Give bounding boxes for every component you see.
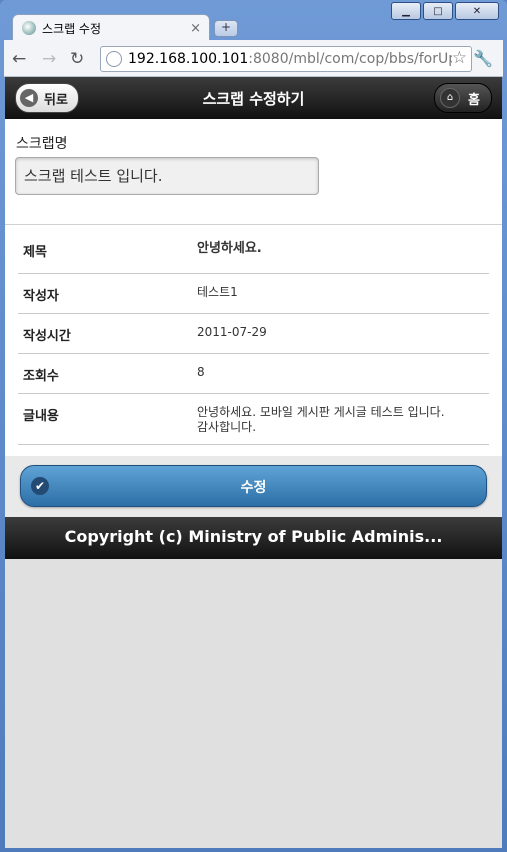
forward-arrow-icon[interactable]: → bbox=[42, 49, 56, 69]
home-button[interactable]: ⌂ 홈 bbox=[434, 83, 492, 113]
scrap-name-input[interactable]: 스크랩 테스트 입니다. bbox=[15, 157, 319, 195]
row-value: 안녕하세요. bbox=[197, 241, 262, 256]
page-footer: Copyright (c) Ministry of Public Adminis… bbox=[5, 517, 502, 559]
browser-window: ▁ □ ✕ 스크랩 수정 × + ← → ↻ 192.168.100.101 :… bbox=[0, 0, 507, 852]
row-value: 8 bbox=[197, 365, 205, 379]
table-row: 작성자 테스트1 bbox=[18, 274, 489, 314]
button-area: ✔ 수정 bbox=[5, 456, 502, 517]
globe-icon bbox=[106, 51, 122, 67]
url-path: :8080/mbl/com/cop/bbs/forUpd bbox=[248, 51, 466, 67]
tab-close-icon[interactable]: × bbox=[190, 21, 201, 36]
edit-button[interactable]: ✔ 수정 bbox=[20, 465, 487, 507]
window-controls: ▁ □ ✕ bbox=[391, 2, 499, 20]
post-details-table: 제목 안녕하세요. 작성자 테스트1 작성시간 2011-07-29 조회수 8… bbox=[5, 225, 502, 457]
close-window-button[interactable]: ✕ bbox=[455, 2, 499, 20]
scrap-name-label: 스크랩명 bbox=[16, 136, 68, 152]
page-content: ◀ 뒤로 스크랩 수정하기 ⌂ 홈 스크랩명 스크랩 테스트 입니다. 제목 안… bbox=[5, 77, 502, 848]
minimize-button[interactable]: ▁ bbox=[391, 2, 421, 20]
new-tab-button[interactable]: + bbox=[214, 20, 238, 37]
wrench-icon[interactable]: 🔧 bbox=[473, 49, 493, 68]
row-label: 작성시간 bbox=[23, 329, 71, 344]
row-label: 제목 bbox=[23, 245, 47, 260]
address-bar[interactable]: 192.168.100.101 :8080/mbl/com/cop/bbs/fo… bbox=[100, 46, 472, 72]
edit-button-label: 수정 bbox=[240, 480, 267, 496]
tab-title: 스크랩 수정 bbox=[42, 21, 102, 36]
back-arrow-icon[interactable]: ← bbox=[12, 49, 26, 69]
page-header: ◀ 뒤로 스크랩 수정하기 ⌂ 홈 bbox=[5, 77, 502, 119]
row-label: 조회수 bbox=[23, 369, 59, 384]
table-row: 조회수 8 bbox=[18, 354, 489, 394]
home-button-label: 홈 bbox=[468, 92, 480, 108]
table-row: 제목 안녕하세요. bbox=[18, 225, 489, 274]
row-label: 작성자 bbox=[23, 289, 59, 304]
row-label: 글내용 bbox=[23, 409, 59, 424]
favicon-icon bbox=[22, 21, 36, 35]
row-value: 2011-07-29 bbox=[197, 325, 267, 339]
browser-toolbar: ← → ↻ 192.168.100.101 :8080/mbl/com/cop/… bbox=[4, 40, 503, 77]
table-row: 글내용 안녕하세요. 모바일 게시판 게시글 테스트 입니다. 감사합니다. bbox=[18, 394, 489, 445]
reload-icon[interactable]: ↻ bbox=[70, 49, 84, 69]
browser-tab[interactable]: 스크랩 수정 × bbox=[12, 14, 210, 41]
url-host: 192.168.100.101 bbox=[128, 51, 249, 67]
page-title: 스크랩 수정하기 bbox=[202, 90, 305, 108]
maximize-button[interactable]: □ bbox=[423, 2, 453, 20]
home-icon: ⌂ bbox=[440, 88, 460, 108]
scrap-form: 스크랩명 스크랩 테스트 입니다. bbox=[5, 119, 502, 225]
row-value: 테스트1 bbox=[197, 285, 238, 299]
table-row: 작성시간 2011-07-29 bbox=[18, 314, 489, 354]
row-value: 안녕하세요. 모바일 게시판 게시글 테스트 입니다. 감사합니다. bbox=[197, 405, 445, 434]
bookmark-star-icon[interactable]: ☆ bbox=[451, 48, 467, 68]
